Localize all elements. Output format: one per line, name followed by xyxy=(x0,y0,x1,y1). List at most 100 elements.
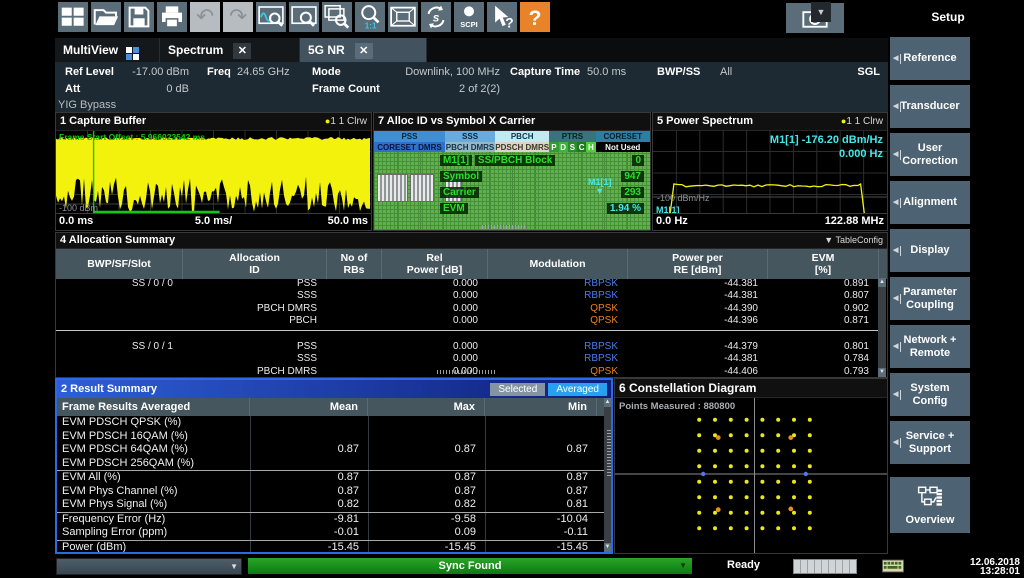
context-help-button[interactable]: ? xyxy=(487,2,517,32)
table-row[interactable]: SS / 0 / 1PSS0.000RBPSK-44.3790.801 xyxy=(56,341,879,353)
sync-button[interactable]: s xyxy=(421,2,451,32)
softkey-alignment[interactable]: ◀Alignment xyxy=(890,181,970,224)
marker-name: M1[1] xyxy=(440,155,472,166)
legend-sss: SSS xyxy=(445,131,495,142)
scroll-up-icon[interactable]: ▲ xyxy=(878,278,886,287)
capture-time-value: 50.0 ms xyxy=(587,66,626,78)
softkey-transducer[interactable]: ◀Transducer xyxy=(890,85,970,128)
cell xyxy=(368,416,485,430)
softkey-user-correction[interactable]: ◀User Correction xyxy=(890,133,970,176)
keyboard-icon[interactable] xyxy=(882,559,904,573)
windows-icon xyxy=(58,2,88,32)
alloc-grid-title-bar[interactable]: 7 Alloc ID vs Symbol X Carrier xyxy=(374,113,650,131)
table-row[interactable]: SSS0.000RBPSK-44.3810.807 xyxy=(56,290,879,302)
open-file-icon xyxy=(91,2,121,32)
zoom-signal-button[interactable] xyxy=(256,2,286,32)
cell xyxy=(485,430,597,444)
constellation-chart[interactable] xyxy=(615,398,887,553)
result-summary-panel: 2 Result Summary Selected Averaged Frame… xyxy=(55,378,613,554)
constellation-title-bar[interactable]: 6 Constellation Diagram xyxy=(615,379,887,398)
capture-buffer-title-bar[interactable]: 1 Capture Buffer ●1 1 Clrw xyxy=(56,113,371,131)
cell: PBCH DMRS xyxy=(183,303,327,315)
cell: -0.01 xyxy=(250,526,368,540)
cell: QPSK xyxy=(488,315,628,327)
power-spectrum-title-bar[interactable]: 5 Power Spectrum ●1 1 Clrw xyxy=(653,113,887,131)
device-status-dropdown[interactable]: ▼ xyxy=(56,558,242,575)
alloc-grid-chart[interactable]: M1[1] SS/PBCH Block0Symbol947Carrier293E… xyxy=(374,152,650,230)
overview-button[interactable]: Overview xyxy=(890,477,970,533)
result-row[interactable]: Sampling Error (ppm)-0.010.09-0.11 xyxy=(57,526,604,541)
zoom-1to1-button[interactable]: 1:1 xyxy=(355,2,385,32)
table-config-button[interactable]: ▼ TableConfig xyxy=(824,233,883,248)
print-button[interactable] xyxy=(157,2,187,32)
cell: 0.82 xyxy=(368,498,485,512)
result-row[interactable]: EVM PDSCH 16QAM (%) xyxy=(57,430,604,444)
cell: PSS xyxy=(183,278,327,290)
single-sweep-badge: SGL xyxy=(857,66,880,78)
result-row[interactable]: EVM Phys Signal (%)0.820.820.81 xyxy=(57,498,604,513)
ref-level-value: -17.00 dBm xyxy=(117,66,189,78)
splitter-handle[interactable] xyxy=(482,225,526,229)
result-row[interactable]: EVM PDSCH 64QAM (%)0.870.870.87 xyxy=(57,443,604,457)
result-row[interactable]: EVM PDSCH 256QAM (%) xyxy=(57,457,604,472)
selected-tab[interactable]: Selected xyxy=(490,383,545,396)
marker-info-row: Symbol xyxy=(440,171,482,182)
scroll-up-icon[interactable]: ▲ xyxy=(604,398,611,407)
table-row[interactable]: SS / 0 / 0PSS0.000RBPSK-44.3810.891 xyxy=(56,278,879,290)
tab-multiview[interactable]: MultiView xyxy=(55,38,160,62)
softkey-display[interactable]: ◀Display xyxy=(890,229,970,272)
scpi-button[interactable]: SCPI xyxy=(454,2,484,32)
allocation-summary-body[interactable]: SS / 0 / 0PSS0.000RBPSK-44.3810.891SSS0.… xyxy=(56,278,879,377)
table-row[interactable]: PBCH DMRS0.000QPSK-44.3900.902 xyxy=(56,303,879,315)
table-row[interactable]: PBCH0.000QPSK-44.3960.871 xyxy=(56,315,879,327)
marker-m1-flag[interactable]: M1[1]▼ xyxy=(588,178,612,196)
marker-value: 947 xyxy=(621,171,644,182)
result-row[interactable]: EVM Phys Channel (%)0.870.870.87 xyxy=(57,485,604,499)
softkey-system-config[interactable]: ◀System Config xyxy=(890,373,970,416)
result-summary-title-bar[interactable]: 2 Result Summary Selected Averaged xyxy=(57,380,611,398)
softkey-sidebar: Setup ◀Reference ◀Transducer ◀User Correct… xyxy=(888,0,1024,575)
close-tab-icon[interactable]: ✕ xyxy=(233,43,251,59)
allocation-summary-scrollbar[interactable]: ▲ ▼ xyxy=(878,278,886,377)
zoom-graph-icon xyxy=(289,2,319,32)
open-file-button[interactable] xyxy=(91,2,121,32)
sync-status-bar[interactable]: Sync Found▼ xyxy=(248,558,692,574)
softkey-parameter-coupling[interactable]: ◀Parameter Coupling xyxy=(890,277,970,320)
trace1-dot-icon: ● xyxy=(325,116,330,126)
occupied-allocation-block[interactable] xyxy=(411,175,433,201)
scroll-down-icon[interactable]: ▼ xyxy=(878,368,886,377)
result-summary-body[interactable]: EVM PDSCH QPSK (%)EVM PDSCH 16QAM (%)EVM… xyxy=(57,416,604,552)
result-row[interactable]: EVM All (%)0.870.870.87 xyxy=(57,471,604,485)
cell: -44.396 xyxy=(628,315,768,327)
windows-button[interactable] xyxy=(58,2,88,32)
splitter-handle[interactable] xyxy=(437,370,495,374)
display-frame-button[interactable] xyxy=(388,2,418,32)
splitter-handle-vertical[interactable] xyxy=(607,430,611,476)
cell xyxy=(368,457,485,471)
allocation-summary-title-bar[interactable]: 4 Allocation Summary ▼ TableConfig xyxy=(56,233,887,249)
result-row[interactable]: Frequency Error (Hz)-9.81-9.58-10.04 xyxy=(57,513,604,527)
cell: -0.11 xyxy=(485,526,597,540)
cell: 0.87 xyxy=(250,443,368,457)
averaged-tab[interactable]: Averaged xyxy=(548,383,607,396)
softkey-reference[interactable]: ◀Reference xyxy=(890,37,970,80)
save-button[interactable] xyxy=(124,2,154,32)
occupied-allocation-block[interactable] xyxy=(378,175,407,201)
tab-list-dropdown[interactable]: ▼ xyxy=(811,2,831,22)
softkey-service-support[interactable]: ◀Service + Support xyxy=(890,421,970,464)
table-row[interactable]: SSS0.000RBPSK-44.3810.784 xyxy=(56,353,879,365)
setup-menu-header[interactable]: Setup xyxy=(888,0,1008,34)
scroll-down-icon[interactable]: ▼ xyxy=(604,543,611,552)
help-button[interactable]: ? xyxy=(520,2,550,32)
close-tab-icon[interactable]: ✕ xyxy=(355,43,373,59)
result-row[interactable]: Power (dBm)-15.45-15.45-15.45 xyxy=(57,541,604,553)
tab-5g-nr[interactable]: 5G NR✕ xyxy=(300,38,427,62)
cell: 0.000 xyxy=(382,303,488,315)
zoom-graph-button[interactable] xyxy=(289,2,319,32)
zoom-multiple-button[interactable] xyxy=(322,2,352,32)
softkey-network-remote[interactable]: ◀Network + Remote xyxy=(890,325,970,368)
softkey-label: System Config xyxy=(910,382,949,408)
result-row[interactable]: EVM PDSCH QPSK (%) xyxy=(57,416,604,430)
tab-spectrum[interactable]: Spectrum✕ xyxy=(160,38,300,62)
capture-buffer-chart[interactable] xyxy=(56,130,371,215)
